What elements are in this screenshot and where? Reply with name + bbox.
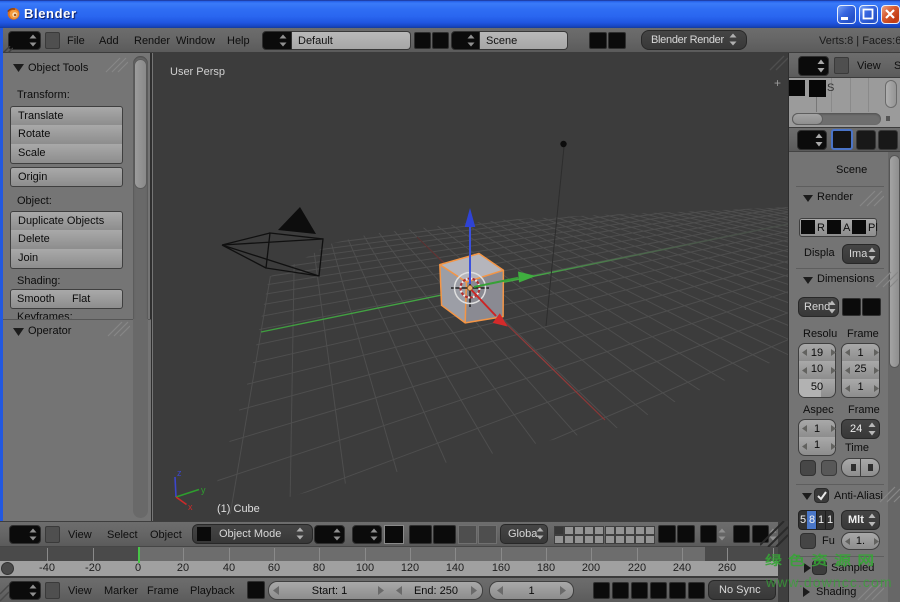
svg-text:+: +	[774, 76, 781, 90]
svg-text:y: y	[201, 485, 206, 495]
svg-text:User Persp: User Persp	[170, 66, 225, 78]
svg-text:(1) Cube: (1) Cube	[217, 503, 260, 515]
svg-text:z: z	[177, 468, 182, 478]
svg-text:x: x	[188, 502, 193, 512]
